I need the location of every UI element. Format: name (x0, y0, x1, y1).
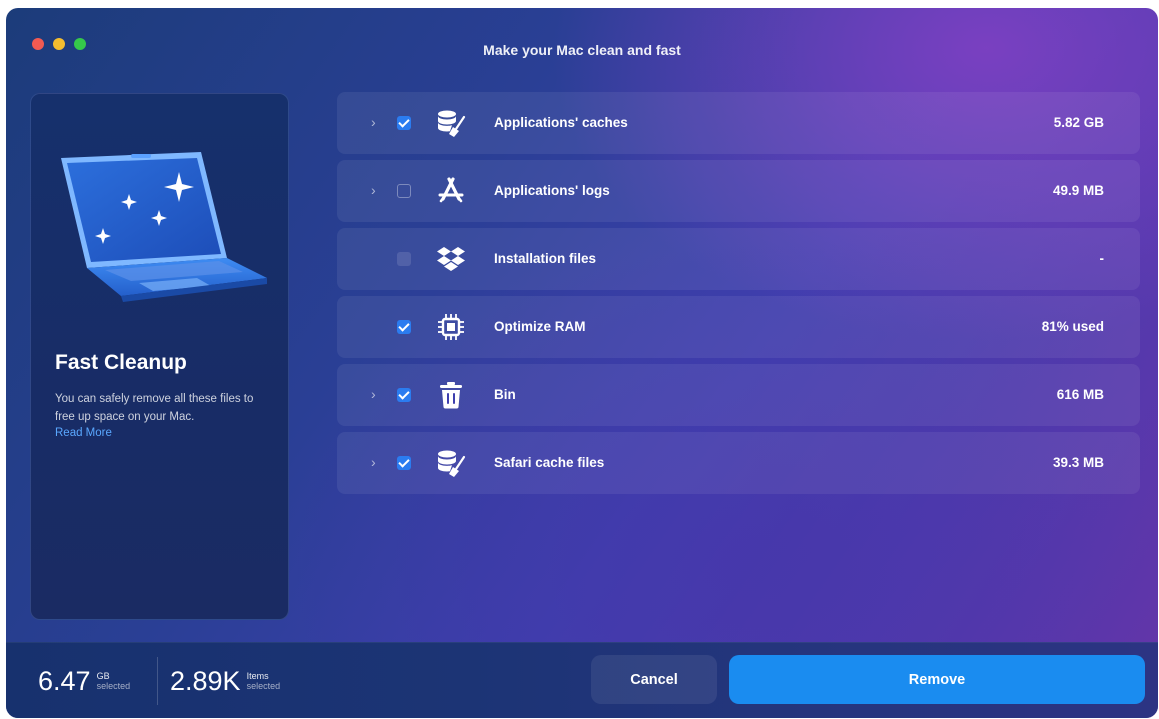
row-size: 39.3 MB (1052, 455, 1104, 470)
cancel-button[interactable]: Cancel (591, 655, 717, 704)
expand-chevron-icon[interactable]: › (371, 386, 376, 402)
row-size: 49.9 MB (1052, 183, 1104, 198)
app-window: Make your Mac clean and fast Fast Cleanu… (6, 8, 1158, 718)
dropbox-box-icon (437, 247, 465, 271)
row-size: - (1099, 251, 1105, 266)
row-checkbox[interactable] (397, 388, 411, 402)
laptop-illustration (61, 152, 267, 302)
row-safari-cache-files[interactable]: › Safari cache files 39.3 MB (337, 432, 1140, 494)
fast-cleanup-card: Fast Cleanup You can safely remove all t… (30, 93, 289, 620)
remove-button[interactable]: Remove (729, 655, 1145, 704)
cleanup-list: › Applications' caches 5.82 GB › Applica… (337, 92, 1140, 500)
row-checkbox[interactable] (397, 320, 411, 334)
footer-bar: 6.47 GB selected 2.89K Items selected Ca… (6, 642, 1158, 718)
selected-items-caption: selected (246, 681, 281, 691)
selected-size-caption: selected (96, 681, 131, 691)
chip-icon (438, 314, 464, 340)
row-size: 5.82 GB (1053, 115, 1104, 130)
row-usage: 81% used (1041, 319, 1104, 334)
expand-chevron-icon[interactable]: › (371, 114, 376, 130)
row-label: Optimize RAM (494, 319, 586, 334)
row-bin[interactable]: › Bin 616 MB (337, 364, 1140, 426)
row-checkbox[interactable] (397, 116, 411, 130)
row-label: Installation files (494, 251, 597, 266)
database-broom-icon (438, 450, 466, 477)
row-label: Safari cache files (494, 455, 605, 470)
row-checkbox (397, 252, 411, 266)
row-applications-logs[interactable]: › Applications' logs 49.9 MB (337, 160, 1140, 222)
row-checkbox[interactable] (397, 456, 411, 470)
database-broom-icon (438, 110, 466, 137)
row-size: 616 MB (1056, 387, 1104, 402)
read-more-link[interactable]: Read More (55, 427, 112, 439)
row-label: Applications' logs (494, 183, 610, 198)
window-title: Make your Mac clean and fast (483, 42, 681, 58)
selected-items-unit: Items (246, 671, 269, 681)
selected-size-stat: 6.47 GB selected (38, 665, 130, 697)
app-store-icon (438, 177, 464, 203)
stat-divider (157, 657, 158, 705)
trash-icon (440, 382, 462, 409)
row-checkbox[interactable] (397, 184, 411, 198)
card-description: You can safely remove all these files to… (55, 393, 254, 423)
expand-chevron-icon[interactable]: › (371, 182, 376, 198)
row-optimize-ram[interactable]: Optimize RAM 81% used (337, 296, 1140, 358)
selected-size-value: 6.47 (38, 666, 91, 696)
row-applications-caches[interactable]: › Applications' caches 5.82 GB (337, 92, 1140, 154)
selected-items-stat: 2.89K Items selected (170, 665, 280, 697)
row-label: Applications' caches (494, 115, 628, 130)
expand-chevron-icon[interactable]: › (371, 454, 376, 470)
row-installation-files[interactable]: Installation files - (337, 228, 1140, 290)
card-title: Fast Cleanup (55, 351, 187, 374)
row-label: Bin (494, 387, 516, 402)
selected-items-value: 2.89K (170, 666, 241, 696)
selected-size-unit: GB (96, 671, 110, 681)
